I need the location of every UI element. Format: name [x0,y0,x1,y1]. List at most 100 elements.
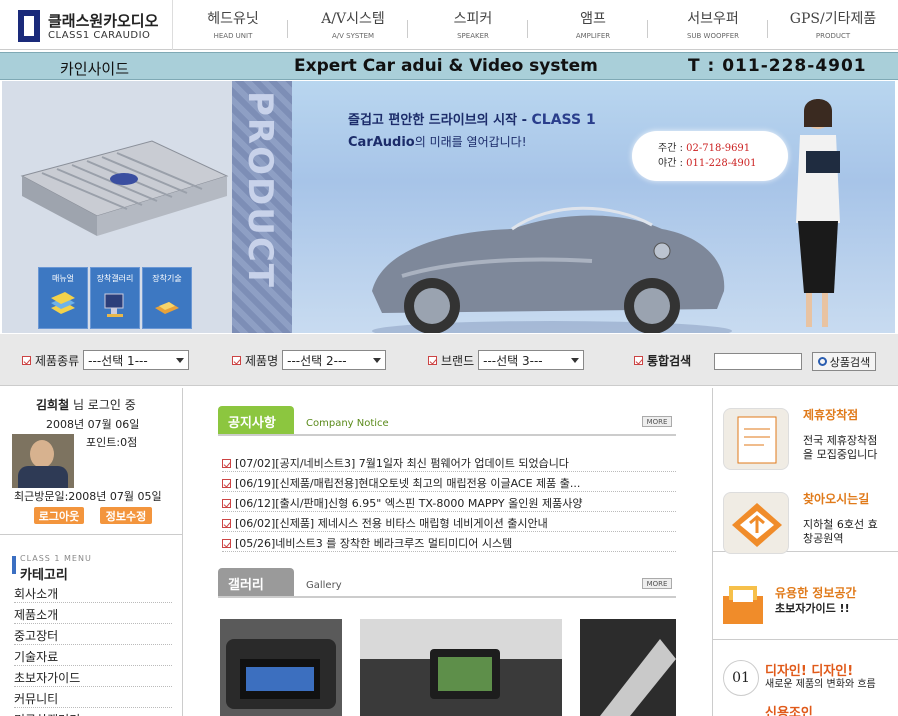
design-block[interactable]: 01 디자인! 디자인! 새로운 제품의 변화와 흐름 신용조인 [713,646,898,716]
sidebar-divider [0,534,183,535]
total-search-label: 통합검색 [647,353,692,368]
logo-english: CLASS1 CARAUDIO [48,30,151,41]
map-icon[interactable] [723,492,789,554]
notice-header: 공지사항 Company Notice MORE [218,406,676,436]
nav-divider [172,0,173,50]
notice-item[interactable]: [05/26]네비스트3 를 장착한 베라크루즈 멀티미디어 시스템 [222,532,676,552]
right-sidebar: 제휴장착점 전국 제휴장착점을 모집중입니다 찾아오시는길 지하철 6호선 효창… [712,388,898,716]
avatar-body [18,466,68,488]
chevron-down-icon [571,357,580,363]
partner-description: 전국 제휴장착점을 모집중입니다 [803,434,878,461]
logout-button[interactable]: 로그아웃 [34,507,84,524]
check-icon [22,355,31,365]
nav-label: A/V시스템 [321,11,385,27]
brand-group: 브랜드 ---선택 3--- [428,350,585,370]
nav-separator [767,20,768,38]
nav-sublabel: AMPLIFER [575,32,611,40]
product-search-button[interactable]: 상품검색 [812,352,876,371]
book-icon [51,292,75,314]
install-tech-button[interactable]: 장착기술 [142,267,192,329]
gallery-thumbnail[interactable] [360,619,562,716]
search-icon [817,357,827,366]
day-phone-row: 주간 : 02-718-9691 [658,141,788,156]
brand-select[interactable]: ---선택 3--- [478,350,585,370]
notice-text: [06/12][출시/판매]신형 6.95" 엑스핀 TX-8000 MAPPY… [235,497,583,510]
page: 클래스원카오디오 CLASS1 CARAUDIO 헤드유닛 HEAD UNIT … [0,0,898,716]
user-name: 김희철 [36,398,70,412]
directions-title[interactable]: 찾아오시는길 [803,490,869,507]
phone-bubble: 주간 : 02-718-9691 야간 : 011-228-4901 [632,131,788,181]
category-item-used-market[interactable]: 중고장터 [14,624,172,645]
login-status: 님 로그인 중 [69,398,136,412]
nav-label: 헤드유닛 [207,11,259,27]
avatar-head [30,440,54,468]
search-input[interactable] [714,353,802,370]
dashboard-photo [360,619,562,716]
login-user: 김희철 님 로그인 중 [36,396,136,413]
product-name-select[interactable]: ---선택 2--- [282,350,387,370]
night-phone-row: 야간 : 011-228-4901 [658,156,788,171]
category-subtitle: CLASS 1 MENU [20,554,92,563]
banner-headline: 즐겁고 편안한 드라이브의 시작 - CLASS 1 [348,109,596,128]
gallery-tab[interactable]: 갤러리 [218,568,294,596]
notice-item[interactable]: [06/02][신제품] 제네시스 전용 비타스 매립형 네비게이션 출시안내 [222,512,676,532]
category-item-tech-docs[interactable]: 기술자료 [14,645,172,666]
gallery-thumbnail[interactable] [580,619,676,716]
category-item-products[interactable]: 제품소개 [14,603,172,624]
nav-head-unit[interactable]: 헤드유닛 HEAD UNIT [178,8,288,40]
avatar [12,434,74,488]
chevron-down-icon [176,357,185,363]
info-description: 초보자가이드 !! [775,602,850,615]
nav-sublabel: SUB WOOPFER [686,32,740,40]
install-gallery-button[interactable]: 장착갤러리 [90,267,140,329]
check-icon [222,538,231,548]
day-label: 주간 : [658,143,687,154]
category-title: 카테고리 [20,568,68,583]
category-accent [12,556,16,574]
presenter-image [796,99,840,327]
nav-subwoofer[interactable]: 서브우퍼 SUB WOOPFER [658,8,768,40]
check-icon [222,498,231,508]
banner-headline-brand: CLASS 1 [531,112,596,128]
notice-item[interactable]: [06/12][출시/판매]신형 6.95" 엑스핀 TX-8000 MAPPY… [222,492,676,512]
category-item-company[interactable]: 회사소개 [14,582,172,603]
info-block[interactable]: 유용한 정보공간 초보자가이드 !! [713,566,898,640]
amplifier-image [20,140,229,236]
category-item-us-car-gallery[interactable]: 미국차갤러리 [14,708,172,716]
check-icon [222,478,231,488]
notice-more-button[interactable]: MORE [642,416,672,427]
design-title: 디자인! 디자인! [765,664,854,679]
product-type-select[interactable]: ---선택 1--- [83,350,190,370]
login-date: 2008년 07월 06일 [46,418,140,431]
nav-label: 앰프 [580,11,606,27]
product-name-label: 제품명 [245,353,279,368]
nav-sublabel: PRODUCT [815,32,851,40]
monitor-icon [104,293,124,317]
notice-tab[interactable]: 공지사항 [218,406,294,434]
night-phone: 011-228-4901 [686,158,757,169]
install-gallery-label: 장착갤러리 [96,274,134,283]
notice-item[interactable]: [06/19][신제품/매립전용]현대오토넷 최고의 매립전용 이글ACE 제품… [222,472,676,492]
site-logo[interactable]: 클래스원카오디오 CLASS1 CARAUDIO [8,6,168,46]
gallery-thumbnail[interactable] [220,619,342,716]
nav-av-system[interactable]: A/V시스템 A/V SYSTEM [298,8,408,40]
design-description: 새로운 제품의 변화와 흐름 [765,679,876,690]
category-item-community[interactable]: 커뮤니티 [14,687,172,708]
product-vertical-text: PRODUCT [240,91,280,289]
manual-label: 매뉴얼 [51,274,75,283]
clipboard-icon[interactable] [723,408,789,470]
nav-gps-other[interactable]: GPS/기타제품 PRODUCT [778,8,888,40]
gallery-more-button[interactable]: MORE [642,578,672,589]
manual-button[interactable]: 매뉴얼 [38,267,88,329]
notice-item[interactable]: [07/02][공지/네비스트3] 7월1일자 최신 펌웨어가 업데이트 되었습… [222,452,676,472]
nav-speaker[interactable]: 스피커 SPEAKER [418,8,528,40]
edit-profile-button[interactable]: 정보수정 [100,507,152,524]
title-bar: 카인사이드 Expert Car adui & Video system T :… [0,52,898,80]
nav-separator [407,20,408,38]
partner-title[interactable]: 제휴장착점 [803,406,858,423]
nav-amplifier[interactable]: 앰프 AMPLIFER [538,8,648,40]
shop-name: 카인사이드 [60,60,130,78]
category-item-beginner-guide[interactable]: 초보자가이드 [14,666,172,687]
gallery-header: 갤러리 Gallery MORE [218,568,676,598]
gallery-subtitle: Gallery [306,580,342,591]
